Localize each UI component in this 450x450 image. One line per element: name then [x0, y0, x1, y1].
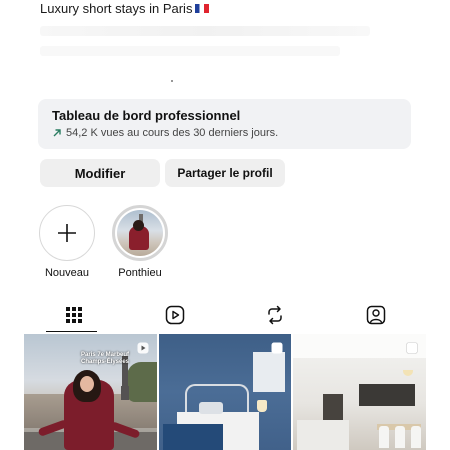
- plus-icon: [58, 224, 76, 242]
- highlight-new[interactable]: Nouveau: [37, 205, 97, 279]
- carousel-icon: [406, 342, 418, 354]
- post-tile[interactable]: [293, 334, 427, 450]
- dashboard-stats-text: 54,2 K vues au cours des 30 derniers jou…: [66, 127, 279, 139]
- posts-grid: Paris 7e Marbeuf Champs-Élysées: [24, 334, 427, 450]
- france-flag-icon: [195, 4, 210, 13]
- dashboard-title: Tableau de bord professionnel: [52, 108, 241, 123]
- edit-profile-button[interactable]: Modifier: [40, 159, 160, 187]
- tab-grid[interactable]: [24, 297, 125, 332]
- professional-dashboard[interactable]: Tableau de bord professionnel 54,2 K vue…: [38, 99, 411, 149]
- blurred-bio-line: [40, 46, 340, 56]
- highlight-ponthieu[interactable]: Ponthieu: [110, 205, 170, 279]
- carousel-icon: [271, 342, 283, 354]
- highlight-new-circle[interactable]: [39, 205, 95, 261]
- trend-arrow-icon: [53, 129, 61, 137]
- highlight-cover: [117, 210, 163, 256]
- repost-icon: [268, 305, 282, 324]
- tab-reels[interactable]: [125, 297, 226, 332]
- separator-dot: [171, 80, 173, 82]
- profile-bio: Luxury short stays in Paris: [40, 1, 210, 16]
- blurred-bio-line: [40, 26, 370, 36]
- bio-text: Luxury short stays in Paris: [40, 1, 193, 16]
- reels-icon: [165, 305, 184, 324]
- dashboard-stats: 54,2 K vues au cours des 30 derniers jou…: [52, 127, 397, 139]
- highlight-ponthieu-circle[interactable]: [112, 205, 168, 261]
- tab-reposts[interactable]: [225, 297, 326, 332]
- reel-icon: [137, 342, 149, 354]
- tab-tagged[interactable]: [326, 297, 427, 332]
- post-tile[interactable]: [158, 334, 292, 450]
- highlight-label: Nouveau: [44, 267, 90, 279]
- tagged-icon: [366, 305, 385, 324]
- post-caption: Paris 7e Marbeuf Champs-Élysées: [80, 352, 130, 365]
- highlight-label: Ponthieu: [118, 267, 162, 279]
- profile-tabs: [24, 297, 426, 332]
- grid-icon: [66, 306, 83, 323]
- post-tile[interactable]: Paris 7e Marbeuf Champs-Élysées: [24, 334, 157, 450]
- share-profile-button[interactable]: Partager le profil: [165, 159, 285, 187]
